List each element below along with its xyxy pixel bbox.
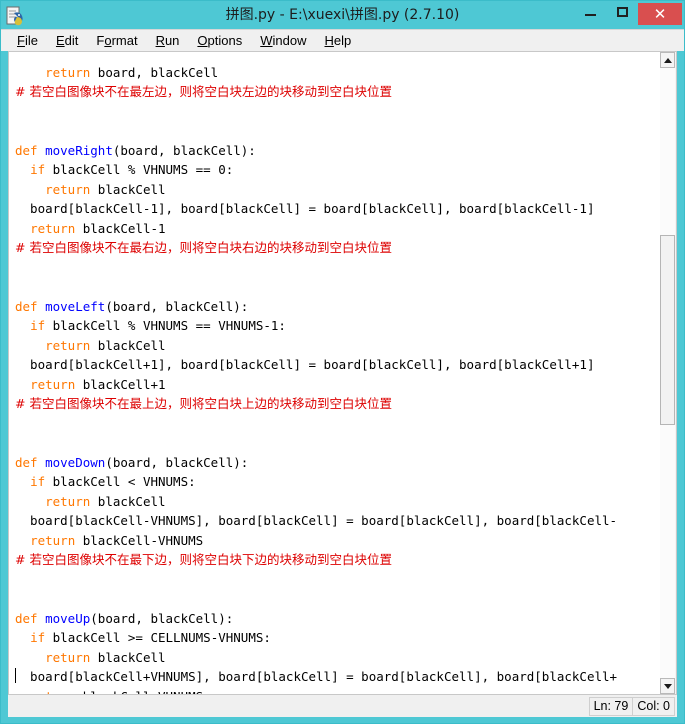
code-line: # 若空白图像块不在最上边，则将空白块上边的块移动到空白块位置 <box>15 396 392 411</box>
code-line: if blackCell < VHNUMS: <box>30 474 196 489</box>
code-line: return blackCell+1 <box>30 376 166 392</box>
code-line: def moveUp(board, blackCell): <box>15 610 234 626</box>
idle-editor-window: 拼图.py - E:\xuexi\拼图.py (2.7.10) ✕ File E… <box>0 0 685 724</box>
scrollbar-thumb[interactable] <box>660 235 675 425</box>
status-line-number: Ln: 79 <box>588 696 634 716</box>
menu-item-window[interactable]: Window <box>252 32 316 50</box>
code-line: return blackCell <box>45 181 166 197</box>
code-line: # 若空白图像块不在最左边，则将空白块左边的块移动到空白块位置 <box>15 84 392 99</box>
code-line: return blackCell+VHNUMS <box>15 687 617 695</box>
code-line: if blackCell % VHNUMS == 0: <box>30 162 234 177</box>
close-button[interactable]: ✕ <box>638 3 682 25</box>
minimize-button[interactable] <box>574 1 606 23</box>
menu-item-options[interactable]: Options <box>189 32 252 50</box>
scroll-up-arrow-icon <box>663 57 672 63</box>
title-bar[interactable]: 拼图.py - E:\xuexi\拼图.py (2.7.10) ✕ <box>1 1 684 29</box>
code-text-area[interactable]: return board, blackCell # 若空白图像块不在最左边，则将空… <box>8 51 660 695</box>
code-line: # 若空白图像块不在最右边，则将空白块右边的块移动到空白块位置 <box>15 240 392 255</box>
caption-buttons: ✕ <box>574 1 684 29</box>
code-line: return blackCell <box>45 493 166 509</box>
close-icon: ✕ <box>653 4 667 23</box>
code-line: # 若空白图像块不在最下边，则将空白块下边的块移动到空白块位置 <box>15 552 392 567</box>
code-line: return blackCell-1 <box>30 220 166 236</box>
code-line: board[blackCell+VHNUMS], board[blackCell… <box>15 669 618 684</box>
code-line: def moveLeft(board, blackCell): <box>15 298 249 314</box>
vertical-scrollbar[interactable] <box>660 51 677 695</box>
scroll-up-button[interactable] <box>660 52 675 68</box>
scroll-down-button[interactable] <box>660 678 675 694</box>
menu-item-format[interactable]: Format <box>88 32 147 50</box>
code-line: return blackCell <box>45 649 166 665</box>
code-line: def moveDown(board, blackCell): <box>15 454 249 470</box>
maximize-icon <box>616 7 628 17</box>
menu-bar: File Edit Format Run Options Window Help <box>1 29 684 51</box>
code-line: if blackCell % VHNUMS == VHNUMS-1: <box>30 318 286 333</box>
python-idle-icon <box>5 5 27 27</box>
minimize-icon <box>584 14 596 16</box>
code-line: return blackCell-VHNUMS <box>30 532 204 548</box>
status-bar: Ln: 79 Col: 0 <box>1 695 684 723</box>
source-code: return board, blackCell # 若空白图像块不在最左边，则将空… <box>9 52 619 695</box>
code-line: def moveRight(board, blackCell): <box>15 142 256 158</box>
status-column-number: Col: 0 <box>632 696 675 716</box>
maximize-button[interactable] <box>606 1 638 23</box>
scroll-down-arrow-icon <box>663 683 672 689</box>
code-line: return board, blackCell <box>15 64 219 80</box>
text-caret <box>15 668 16 683</box>
code-line: return blackCell <box>45 337 166 353</box>
code-line: if blackCell >= CELLNUMS-VHNUMS: <box>30 630 271 645</box>
code-line: board[blackCell-1], board[blackCell] = b… <box>15 201 595 216</box>
menu-item-file[interactable]: File <box>9 32 48 50</box>
code-line: board[blackCell+1], board[blackCell] = b… <box>15 357 595 372</box>
editor-area: return board, blackCell # 若空白图像块不在最左边，则将空… <box>1 51 684 695</box>
code-line: board[blackCell-VHNUMS], board[blackCell… <box>15 513 618 528</box>
menu-item-edit[interactable]: Edit <box>48 32 88 50</box>
menu-item-run[interactable]: Run <box>148 32 190 50</box>
menu-item-help[interactable]: Help <box>317 32 362 50</box>
